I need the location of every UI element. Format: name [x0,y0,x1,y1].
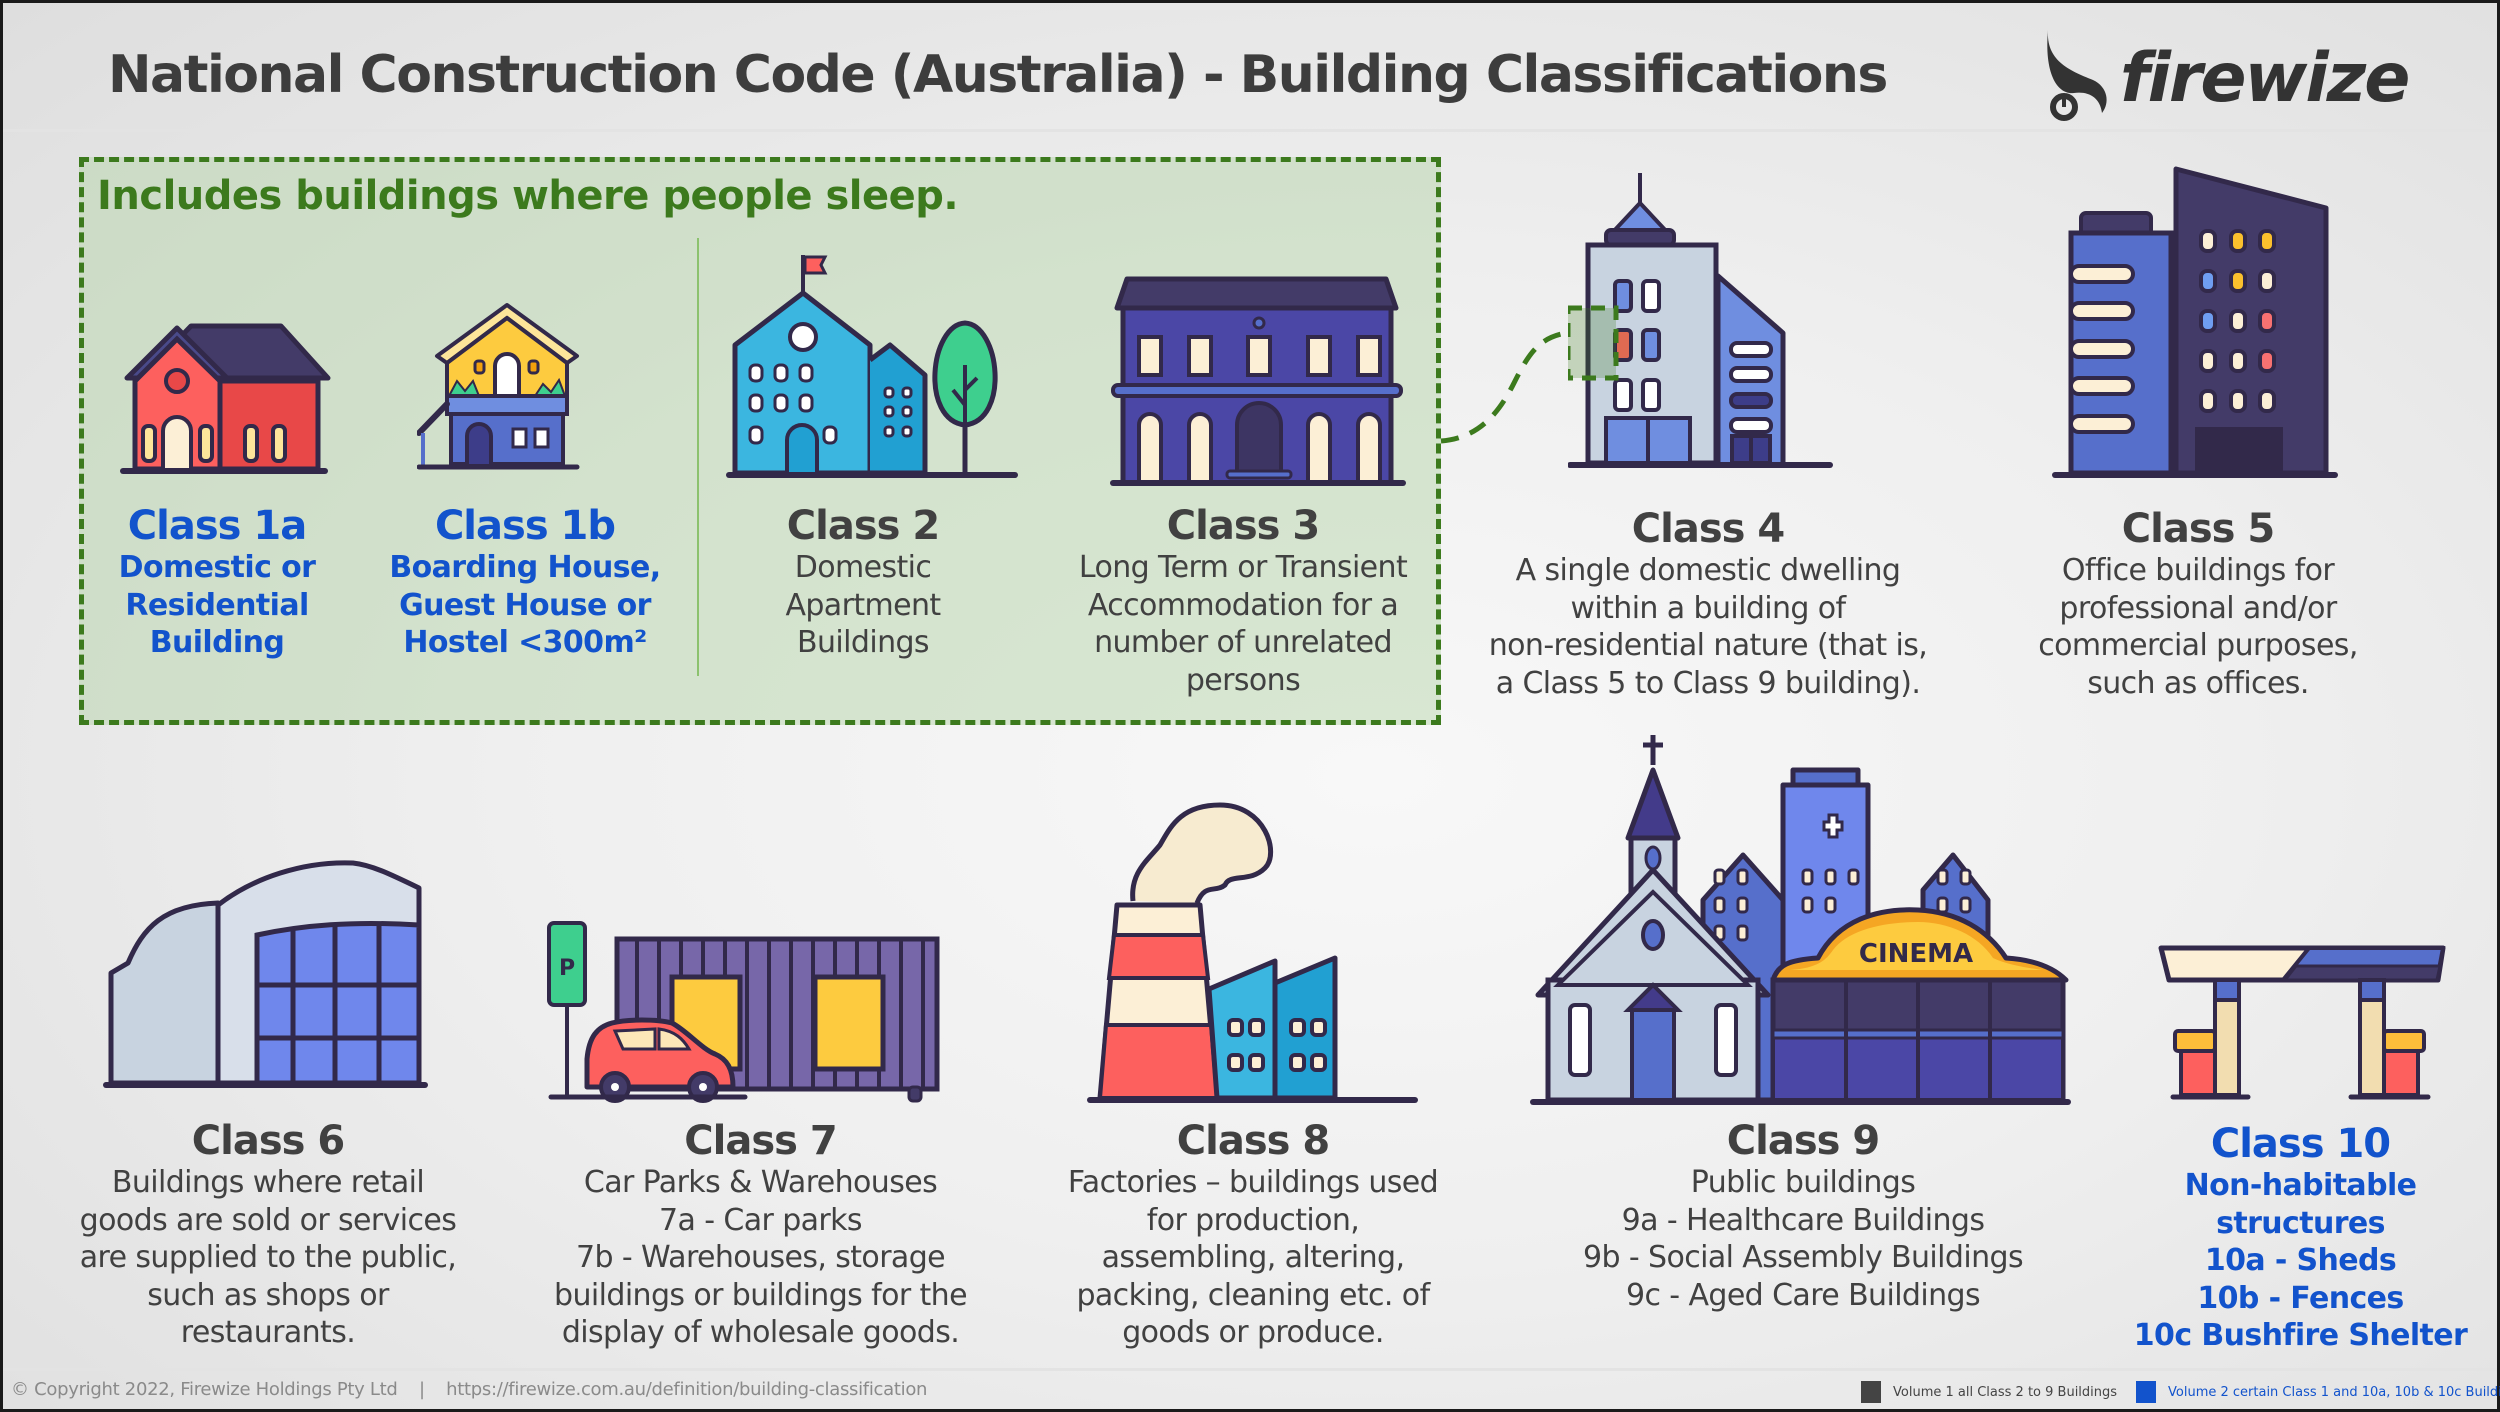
class-desc-line: 7a - Car parks [659,1202,863,1238]
class-card-6: Class 6 Buildings where retail goods are… [43,1118,493,1352]
class-card-8: Class 8 Factories – buildings used for p… [1023,1118,1483,1352]
class-title: Class 6 [191,1118,345,1164]
highrise-dwelling-icon [1568,168,1838,473]
class-card-5: Class 5 Office buildings for professiona… [1988,506,2408,702]
class-desc-line: Buildings where retail [111,1165,425,1200]
class-title: Class 7 [684,1118,837,1164]
class-title: Class 4 [1631,506,1785,552]
class-desc-line: 10c Bushfire Shelter [2133,1318,2468,1353]
house-icon [113,321,333,481]
class-card-1a: Class 1a Domestic or Residential Buildin… [83,503,351,662]
class-desc-line: restaurants. [180,1315,356,1350]
footer: © Copyright 2022, Firewize Holdings Pty … [11,1379,927,1400]
class-desc-line: 9c - Aged Care Buildings [1625,1277,1981,1313]
parking-sign-label: P [559,956,575,981]
class-desc-line: Boarding House, [389,550,661,585]
class-desc-line: professional and/or [2059,590,2337,626]
class-desc-line: A single domestic dwelling [1515,553,1901,588]
class-card-7: Class 7 Car Parks & Warehouses 7a - Car … [523,1118,998,1352]
class-title: Class 9 [1726,1118,1880,1164]
class-desc-line: Public buildings [1690,1165,1916,1200]
class-desc-line: goods are sold or services [79,1202,457,1238]
class-desc-line: Domestic or [118,550,316,585]
legend-swatch-volume-2 [2136,1381,2156,1403]
class-card-2: Class 2 Domestic Apartment Buildings [733,503,993,662]
class-desc-line: 9b - Social Assembly Buildings [1583,1240,2024,1275]
carpark-warehouse-icon: P [537,919,947,1104]
class-title: Class 1a [127,503,307,549]
cinema-sign-label: CINEMA [1859,939,1973,969]
class-desc-line: non-residential nature (that is, [1488,628,1928,663]
firewize-logo[interactable]: firewize [2038,25,2438,125]
legend-volume-2: Volume 2 certain Class 1 and 10a, 10b & … [2136,1381,2500,1403]
page-title: National Construction Code (Australia) -… [108,45,1888,105]
class-desc-line: Guest House or [399,587,651,623]
class-card-9: Class 9 Public buildings 9a - Healthcare… [1533,1118,2073,1314]
class-desc-line: 7b - Warehouses, storage [575,1240,946,1275]
class-desc-line: number of unrelated [1094,625,1392,660]
retail-building-icon [103,853,433,1093]
source-url-link[interactable]: https://firewize.com.au/definition/build… [446,1379,927,1400]
class-desc-line: display of wholesale goods. [561,1315,960,1350]
class-desc-line: Building [149,625,285,660]
class-desc-line: structures [2216,1205,2385,1241]
footer-separator: | [418,1379,425,1400]
class-desc-line: Car Parks & Warehouses [583,1165,938,1200]
office-tower-icon [2051,161,2341,486]
class-desc-line: 9a - Healthcare Buildings [1621,1202,1985,1238]
class-title: Class 5 [2121,506,2275,552]
class-desc-line: Hostel <300m² [403,625,647,660]
class-desc-line: Accommodation for a [1087,587,1399,623]
class-desc-line: goods or produce. [1122,1315,1384,1350]
class-desc-line: Office buildings for [2061,553,2335,588]
class-title: Class 8 [1176,1118,1330,1164]
class-desc-line: Residential [125,587,309,623]
sleep-group-title: Includes buildings where people sleep. [97,173,959,219]
class-card-1b: Class 1b Boarding House, Guest House or … [375,503,675,662]
class-card-3: Class 3 Long Term or Transient Accommoda… [1043,503,1443,699]
class-title: Class 10 [2210,1121,2391,1167]
class-desc-line: Buildings [797,625,930,660]
boarding-house-icon [417,301,617,481]
class-desc-line: packing, cleaning etc. of [1076,1277,1430,1313]
class-desc-line: such as shops or [147,1277,389,1313]
class-desc-line: Non-habitable [2184,1168,2417,1203]
logo-wordmark: firewize [2120,39,2410,118]
class-desc-line: within a building of [1570,590,1846,626]
class-desc-line: assembling, altering, [1101,1240,1405,1275]
class-title: Class 2 [786,503,940,549]
class-title: Class 3 [1166,503,1320,549]
class-desc-line: are supplied to the public, [79,1240,457,1275]
infographic-canvas: National Construction Code (Australia) -… [3,3,2500,1409]
class-card-10: Class 10 Non-habitable structures 10a - … [2128,1121,2473,1355]
class-desc-line: such as offices. [2087,665,2309,701]
class-desc-line: Domestic [794,550,932,585]
flame-icon [2047,30,2107,121]
class-desc-line: a Class 5 to Class 9 building). [1495,665,1921,701]
class-desc-line: buildings or buildings for the [554,1277,968,1313]
class1-divider [697,238,699,676]
class-desc-line: for production, [1146,1202,1360,1238]
copyright-text: © Copyright 2022, Firewize Holdings Pty … [11,1379,398,1400]
legend-label: Volume 2 certain Class 1 and 10a, 10b & … [2168,1384,2500,1400]
class-title: Class 1b [434,503,616,549]
shelter-icon [2153,938,2458,1108]
class-desc-line: Factories – buildings used [1067,1165,1439,1200]
public-buildings-icon: CINEMA [1528,730,2073,1110]
class-desc-line: commercial purposes, [2038,628,2358,663]
apartment-building-icon [725,255,1020,480]
hotel-building-icon [1109,275,1409,490]
legend-volume-1: Volume 1 all Class 2 to 9 Buildings [1861,1381,2117,1403]
class-desc-line: persons [1185,662,1301,698]
header-divider [3,129,2497,132]
legend-swatch-volume-1 [1861,1381,1881,1403]
class-desc-line: 10b - Fences [2197,1280,2404,1316]
class-desc-line: Long Term or Transient [1078,550,1408,585]
footer-divider [3,1368,2497,1371]
factory-icon [1085,793,1425,1108]
legend-label: Volume 1 all Class 2 to 9 Buildings [1893,1384,2118,1400]
class-desc-line: 10a - Sheds [2204,1243,2397,1278]
class-card-4: Class 4 A single domestic dwelling withi… [1443,506,1973,702]
class-desc-line: Apartment [785,587,941,623]
